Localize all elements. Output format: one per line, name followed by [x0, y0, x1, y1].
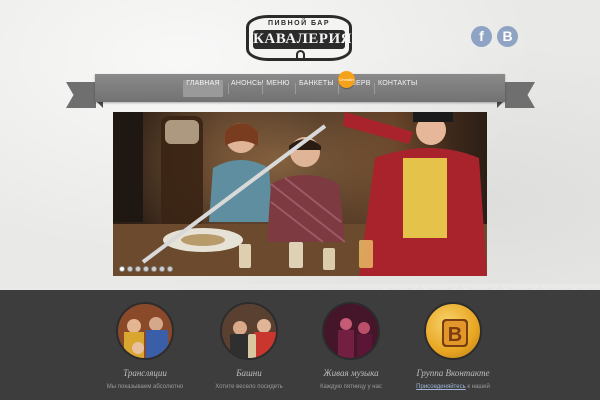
- logo-name: КАВАЛЕРИЯ: [253, 30, 352, 49]
- facebook-icon[interactable]: f: [471, 26, 492, 47]
- beer-tower-photo-icon: [220, 302, 278, 360]
- nav-separator: [295, 83, 296, 94]
- feature-live-music[interactable]: Живая музыка Каждую пятницу у нас: [296, 302, 406, 390]
- slider-dot[interactable]: [119, 266, 125, 272]
- slider-dot[interactable]: [127, 266, 133, 272]
- svg-text:B: B: [448, 324, 462, 346]
- slider-dot[interactable]: [143, 266, 149, 272]
- feature-text: Каждую пятницу у нас: [320, 384, 382, 390]
- vk-logo-icon: B: [424, 302, 482, 360]
- feature-text-rest: к нашей: [467, 384, 490, 390]
- horseshoe-icon: [296, 50, 305, 58]
- feature-title: Группа Вконтакте: [416, 368, 490, 378]
- logo-subtitle: ПИВНОЙ БАР: [267, 20, 331, 27]
- nav-item-menu[interactable]: Меню: [266, 80, 290, 97]
- main-navigation: Главная Анонсы Меню Банкеты Резерв Конта…: [95, 74, 505, 102]
- online-badge[interactable]: Онлайн: [338, 71, 355, 88]
- feature-text: Хотите весело посидеть: [215, 384, 283, 390]
- slider-dot[interactable]: [159, 266, 165, 272]
- nav-separator: [262, 83, 263, 94]
- live-music-photo-icon: [322, 302, 380, 360]
- tv-fans-photo-icon: [116, 302, 174, 360]
- vkontakte-icon[interactable]: B: [497, 26, 518, 47]
- slide-photo: [113, 112, 487, 276]
- scalloped-edge: [0, 284, 600, 296]
- join-link[interactable]: Присоединяйтесь: [416, 384, 466, 390]
- slider-dot[interactable]: [167, 266, 173, 272]
- nav-separator: [374, 83, 375, 94]
- feature-vk-group[interactable]: B Группа Вконтакте Присоединяйтесь к наш…: [398, 302, 508, 390]
- feature-text: Мы показываем абсолютно: [106, 384, 184, 390]
- feature-broadcasts[interactable]: Трансляции Мы показываем абсолютно: [90, 302, 200, 390]
- feature-text: Присоединяйтесь к нашей: [398, 384, 508, 390]
- slider-dot[interactable]: [151, 266, 157, 272]
- nav-item-contacts[interactable]: Контакты: [378, 80, 417, 97]
- feature-title: Трансляции: [123, 368, 167, 378]
- feature-towers[interactable]: Башни Хотите весело посидеть: [194, 302, 304, 390]
- slider-dot[interactable]: [135, 266, 141, 272]
- feature-title: Живая музыка: [323, 368, 379, 378]
- nav-item-announcements[interactable]: Анонсы: [231, 80, 263, 97]
- nav-item-banquets[interactable]: Банкеты: [299, 80, 334, 97]
- nav-item-home[interactable]: Главная: [183, 80, 223, 97]
- nav-separator: [228, 83, 229, 94]
- feature-title: Башни: [236, 368, 262, 378]
- logo[interactable]: ПИВНОЙ БАР КАВАЛЕРИЯ: [246, 15, 352, 61]
- photo-slider[interactable]: [113, 112, 487, 276]
